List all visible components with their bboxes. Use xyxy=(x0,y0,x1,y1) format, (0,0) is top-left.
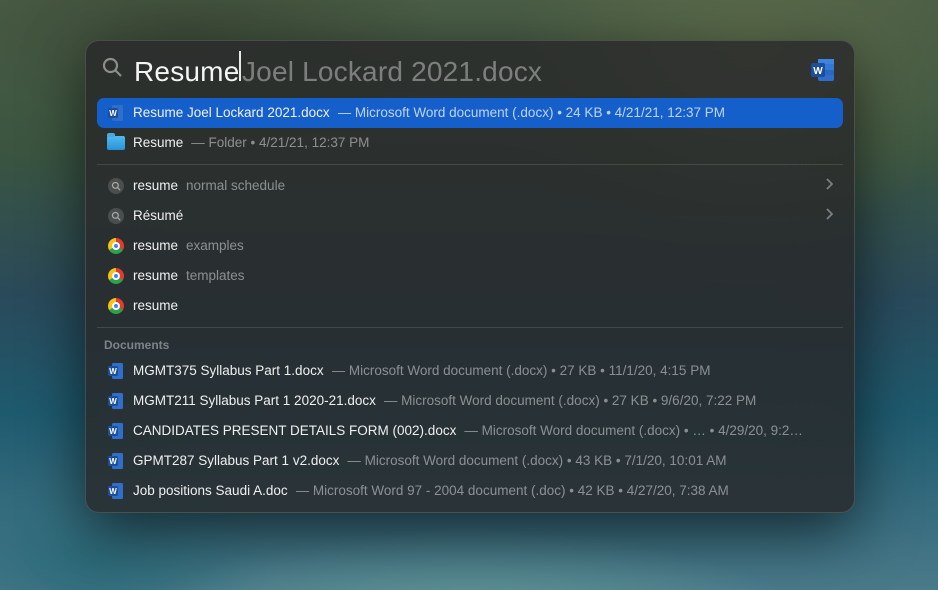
spotlight-window: Resume Joel Lockard 2021.docx W WResume … xyxy=(85,40,855,513)
word-app-icon: W xyxy=(808,55,838,85)
result-meta: — Folder • 4/21/21, 12:37 PM xyxy=(191,134,369,152)
search-icon xyxy=(100,55,124,84)
word-doc-icon: W xyxy=(107,104,125,122)
document-result[interactable]: W Job positions Saudi A.doc — Microsoft W… xyxy=(97,476,843,506)
top-hit-result[interactable]: Resume — Folder • 4/21/21, 12:37 PM xyxy=(97,128,843,158)
svg-text:W: W xyxy=(109,457,117,466)
result-title: Resume xyxy=(133,134,183,152)
suggestion-icon xyxy=(107,177,125,195)
svg-text:W: W xyxy=(109,397,117,406)
text-cursor xyxy=(239,51,241,81)
result-title: Resume Joel Lockard 2021.docx xyxy=(133,104,330,122)
suggestion-match: resume xyxy=(133,237,178,255)
search-completion-text: Joel Lockard 2021.docx xyxy=(242,56,542,88)
result-title: GPMT287 Syllabus Part 1 v2.docx xyxy=(133,452,339,470)
result-meta: — Microsoft Word document (.docx) • 27 K… xyxy=(332,362,711,380)
suggestion-match: resume xyxy=(133,177,178,195)
suggestion-rest: normal schedule xyxy=(186,177,285,195)
document-result[interactable]: W GPMT287 Syllabus Part 1 v2.docx — Micro… xyxy=(97,446,843,476)
word-doc-icon: W xyxy=(107,392,125,410)
chrome-icon xyxy=(107,237,125,255)
result-title: CANDIDATES PRESENT DETAILS FORM (002).do… xyxy=(133,422,456,440)
web-suggestion[interactable]: Résumé xyxy=(97,201,843,231)
web-suggestion[interactable]: resume xyxy=(97,291,843,321)
svg-text:W: W xyxy=(109,367,117,376)
document-result[interactable]: W MGMT211 Syllabus Part 1 2020-21.docx — … xyxy=(97,386,843,416)
divider xyxy=(97,164,843,165)
document-result[interactable]: W CANDIDATES PRESENT DETAILS FORM (002).d… xyxy=(97,416,843,446)
folder-icon xyxy=(107,134,125,152)
chevron-right-icon xyxy=(825,207,833,225)
suggestions-section: resume normal scheduleRésuméresume examp… xyxy=(86,171,854,321)
top-hit-result[interactable]: W Resume Joel Lockard 2021.docx — Microso… xyxy=(97,98,843,128)
search-row: Resume Joel Lockard 2021.docx W xyxy=(86,41,854,98)
result-meta: — Microsoft Word document (.docx) • 43 K… xyxy=(347,452,726,470)
word-doc-icon: W xyxy=(107,422,125,440)
web-suggestion[interactable]: resume examples xyxy=(97,231,843,261)
result-meta: — Microsoft Word document (.docx) • 27 K… xyxy=(384,392,756,410)
svg-text:W: W xyxy=(109,109,117,118)
web-suggestion[interactable]: resume templates xyxy=(97,261,843,291)
suggestion-icon xyxy=(107,207,125,225)
result-title: Job positions Saudi A.doc xyxy=(133,482,288,500)
chrome-icon xyxy=(107,297,125,315)
search-typed-text: Resume xyxy=(134,56,239,88)
search-input[interactable]: Resume Joel Lockard 2021.docx xyxy=(134,51,798,88)
suggestion-match: resume xyxy=(133,267,178,285)
result-title: MGMT211 Syllabus Part 1 2020-21.docx xyxy=(133,392,376,410)
word-doc-icon: W xyxy=(107,362,125,380)
document-result[interactable]: W MGMT375 Syllabus Part 1.docx — Microsof… xyxy=(97,356,843,386)
result-title: MGMT375 Syllabus Part 1.docx xyxy=(133,362,324,380)
web-suggestion[interactable]: resume normal schedule xyxy=(97,171,843,201)
documents-section-label: Documents xyxy=(86,334,854,356)
divider xyxy=(97,327,843,328)
result-meta: — Microsoft Word 97 - 2004 document (.do… xyxy=(296,482,729,500)
suggestion-rest: examples xyxy=(186,237,244,255)
result-meta: — Microsoft Word document (.docx) • … • … xyxy=(464,422,803,440)
suggestion-match: Résumé xyxy=(133,207,183,225)
svg-text:W: W xyxy=(109,427,117,436)
svg-text:W: W xyxy=(813,66,823,77)
documents-section: W MGMT375 Syllabus Part 1.docx — Microsof… xyxy=(86,356,854,506)
word-doc-icon: W xyxy=(107,452,125,470)
result-meta: — Microsoft Word document (.docx) • 24 K… xyxy=(338,104,725,122)
svg-text:W: W xyxy=(109,487,117,496)
chrome-icon xyxy=(107,267,125,285)
word-doc-icon: W xyxy=(107,482,125,500)
chevron-right-icon xyxy=(825,177,833,195)
top-hits-section: W Resume Joel Lockard 2021.docx — Microso… xyxy=(86,98,854,158)
suggestion-rest: templates xyxy=(186,267,245,285)
suggestion-match: resume xyxy=(133,297,178,315)
